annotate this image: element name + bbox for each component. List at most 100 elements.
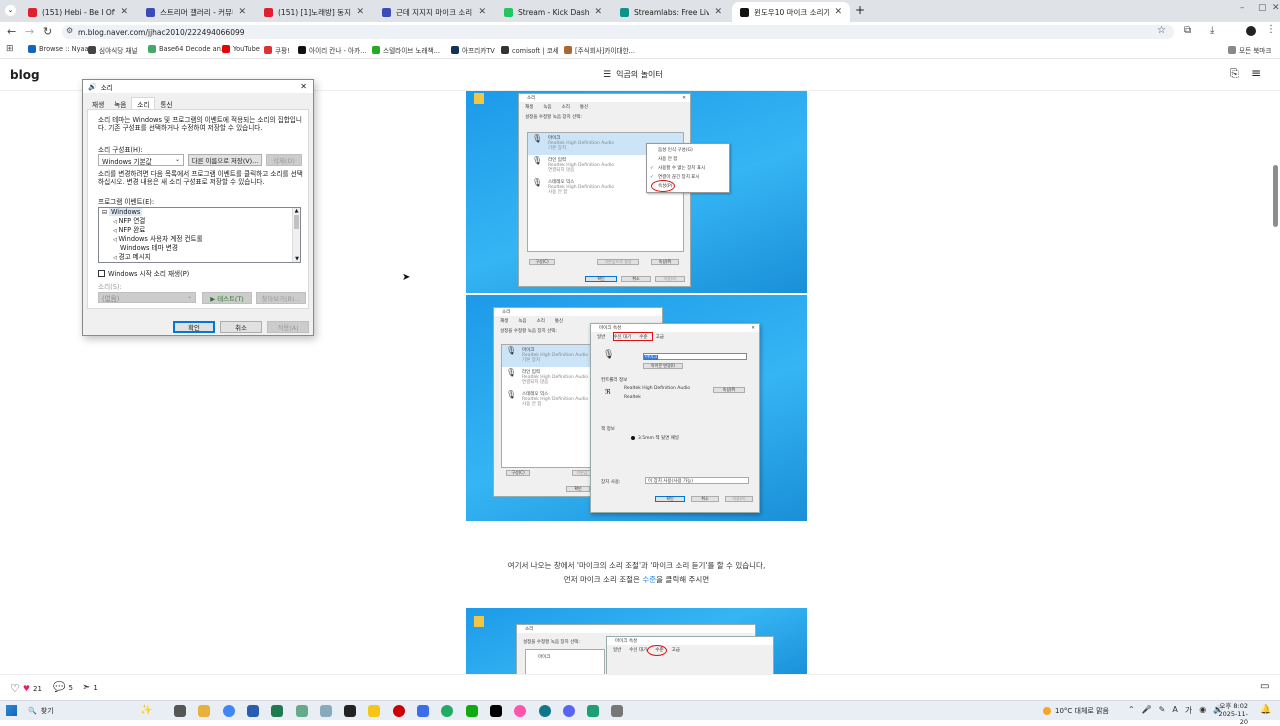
obs-icon[interactable]	[344, 705, 357, 717]
tab-close-icon[interactable]: ✕	[238, 7, 246, 17]
clock[interactable]: 오후 8:02 2025-11-20	[1216, 702, 1248, 726]
app-icon-2[interactable]	[611, 705, 624, 717]
game-icon[interactable]	[514, 705, 527, 717]
forward-icon[interactable]: →	[25, 25, 34, 38]
bookmark-item[interactable]: 심야식당 채널	[88, 45, 138, 55]
event-item[interactable]: ◁ Windows 사용자 계정 컨트롤	[99, 235, 300, 244]
extensions-icon[interactable]: ⧉	[1184, 25, 1191, 36]
task-view-icon[interactable]	[174, 705, 186, 717]
download-icon[interactable]: ⤓	[1210, 25, 1214, 36]
apply-button[interactable]: 적용(A)	[267, 321, 309, 333]
event-item[interactable]: ◁ NFP 완료	[99, 226, 300, 235]
excel-icon[interactable]	[271, 705, 284, 717]
scheme-select[interactable]: Windows 기본값 ⌄	[98, 154, 184, 166]
browser-tab[interactable]: Streamlabs: Free Live Streamin ✕	[612, 2, 730, 22]
taskbar-search[interactable]: 🔍 찾기	[28, 706, 54, 716]
discord-icon[interactable]	[562, 705, 575, 717]
weather-widget[interactable]: 10°C 대체로 맑음	[1043, 706, 1109, 716]
tab-close-icon[interactable]: ✕	[478, 7, 486, 17]
menu-dots-icon[interactable]: ⋮	[1266, 24, 1276, 35]
browser-tab[interactable]: (151) [1]노래방] 동지 - 남진(슈 ✕	[256, 2, 372, 22]
cancel-button[interactable]: 취소	[220, 321, 262, 333]
event-item[interactable]: ⊟ Windows	[99, 208, 300, 217]
dialog-tab-4[interactable]: 통신	[155, 98, 177, 109]
photos-icon[interactable]	[319, 705, 332, 717]
notepad-icon[interactable]	[295, 705, 308, 717]
event-item[interactable]: ◁ 경고 메시지	[99, 253, 300, 262]
streamlabs-icon[interactable]	[489, 705, 502, 717]
startup-checkbox-row[interactable]: Windows 시작 소리 재생(P)	[98, 268, 189, 278]
minecraft-icon[interactable]	[465, 705, 478, 717]
bookmark-item[interactable]: comisoft | 코세	[501, 45, 559, 55]
events-scrollbar[interactable]: ▲ ▼	[292, 208, 300, 262]
dialog-tab-1[interactable]: 재생	[87, 98, 109, 109]
browser-tab[interactable]: 근데 지지지 마이크 소리 펄지 ✕	[374, 2, 494, 22]
dialog-tab-2[interactable]: 녹음	[109, 98, 131, 109]
bookmark-item[interactable]: Browse :: Nyaa	[28, 45, 89, 53]
test-button[interactable]: ▶ 테스트(T)	[202, 292, 252, 304]
comment-button[interactable]: 💬 5	[53, 682, 73, 693]
tab-close-icon[interactable]: ✕	[356, 7, 364, 17]
bookmark-item[interactable]: 아프리카TV	[451, 45, 495, 55]
start-icon[interactable]	[6, 705, 17, 716]
share-button[interactable]: ➣ 1	[82, 682, 98, 693]
like-button[interactable]: ♡ ♥ 21	[10, 682, 42, 695]
site-info-icon[interactable]: ⚙	[66, 26, 73, 35]
record-icon[interactable]	[392, 705, 405, 717]
sound-select[interactable]: (없음) ⌄	[98, 292, 196, 303]
system-tray[interactable]: ⌃ 🎤 ✎ A 가 ◉ 🔊	[1128, 705, 1223, 716]
bookmark-star-icon[interactable]: ☆	[1157, 25, 1166, 36]
pen-icon[interactable]: ✎	[1159, 705, 1166, 716]
post-menu-icon[interactable]: ▭	[1260, 681, 1269, 692]
tab-close-icon[interactable]: ✕	[714, 7, 722, 17]
file-explorer-icon[interactable]	[198, 705, 211, 717]
close-window-button[interactable]: ✕	[1272, 3, 1280, 13]
network-icon[interactable]: ◉	[1199, 705, 1206, 716]
tab-close-icon[interactable]: ✕	[834, 7, 842, 17]
edge-icon[interactable]	[246, 705, 259, 717]
dialog-close-icon[interactable]: ✕	[300, 82, 307, 91]
tab-search-button[interactable]: ⌄	[5, 5, 16, 16]
blog-logo[interactable]: blog	[10, 68, 40, 82]
chrome-icon[interactable]	[222, 705, 235, 717]
share-box-icon[interactable]: ⎘	[1230, 67, 1239, 81]
kick-icon[interactable]	[587, 705, 600, 717]
browser-tab[interactable]: 스트리머 갤러리 - 커뮤니티 포 ✕	[138, 2, 254, 22]
steam-icon[interactable]	[538, 705, 551, 717]
minimize-button[interactable]: –	[1240, 3, 1245, 13]
save-as-button[interactable]: 다른 이름으로 저장(V)...	[188, 154, 262, 166]
browser-tab[interactable]: 윈도우10 마이크 소리가 작을 ✕	[732, 2, 850, 22]
bookmark-item[interactable]: Base64 Decode an...	[148, 45, 227, 53]
app-icon[interactable]	[441, 705, 454, 717]
events-list[interactable]: ⊟ Windows ◁ NFP 연결 ◁ NFP 완료 ◁ Windows 사용자 계…	[98, 207, 301, 263]
browse-button[interactable]: 찾아보기(B)...	[256, 292, 306, 304]
bookmark-item[interactable]: 아이리 칸나 - 아카...	[298, 45, 366, 55]
bookmark-item[interactable]: 스텔라이브 노래책...	[372, 45, 440, 55]
browser-tab[interactable]: Stream - Kick Dashboard ✕	[496, 2, 610, 22]
all-bookmarks[interactable]: 모든 북마크	[1228, 45, 1271, 55]
bookmark-item[interactable]: [주식회사]카이대한...	[564, 45, 635, 55]
new-tab-button[interactable]: +	[855, 3, 865, 17]
tab-close-icon[interactable]: ✕	[120, 7, 128, 17]
apps-grid-icon[interactable]: ⊞	[6, 44, 14, 54]
kakaotalk-icon[interactable]	[368, 705, 381, 717]
mic-icon[interactable]: 🎤	[1142, 705, 1152, 716]
ime-icon[interactable]: A	[1172, 705, 1177, 716]
page-scrollbar[interactable]	[1273, 165, 1278, 227]
level-link[interactable]: 수준	[642, 575, 656, 584]
browser-tab[interactable]: (151) Hebi - Be I Official MV ✕	[20, 2, 136, 22]
blog-title-group[interactable]: ☰ 익곰의 놀이터	[603, 69, 663, 80]
reload-icon[interactable]: ↻	[43, 25, 52, 38]
back-icon[interactable]: ←	[7, 25, 16, 38]
delete-button[interactable]: 삭제(D)	[266, 154, 302, 166]
event-item[interactable]: Windows 테마 변경	[99, 244, 300, 253]
ok-button[interactable]: 확인	[173, 321, 215, 333]
bookmark-item[interactable]: 쿠팡!	[264, 45, 290, 55]
language-icon[interactable]: 가	[1185, 705, 1192, 716]
copilot-sparkle-icon[interactable]: ✨	[140, 705, 152, 716]
notification-icon[interactable]: 🔔	[1260, 705, 1271, 715]
bing-icon[interactable]	[417, 705, 429, 717]
startup-checkbox[interactable]	[98, 269, 105, 277]
bookmark-item[interactable]: YouTube	[222, 45, 260, 53]
tray-chevron-icon[interactable]: ⌃	[1128, 705, 1135, 716]
